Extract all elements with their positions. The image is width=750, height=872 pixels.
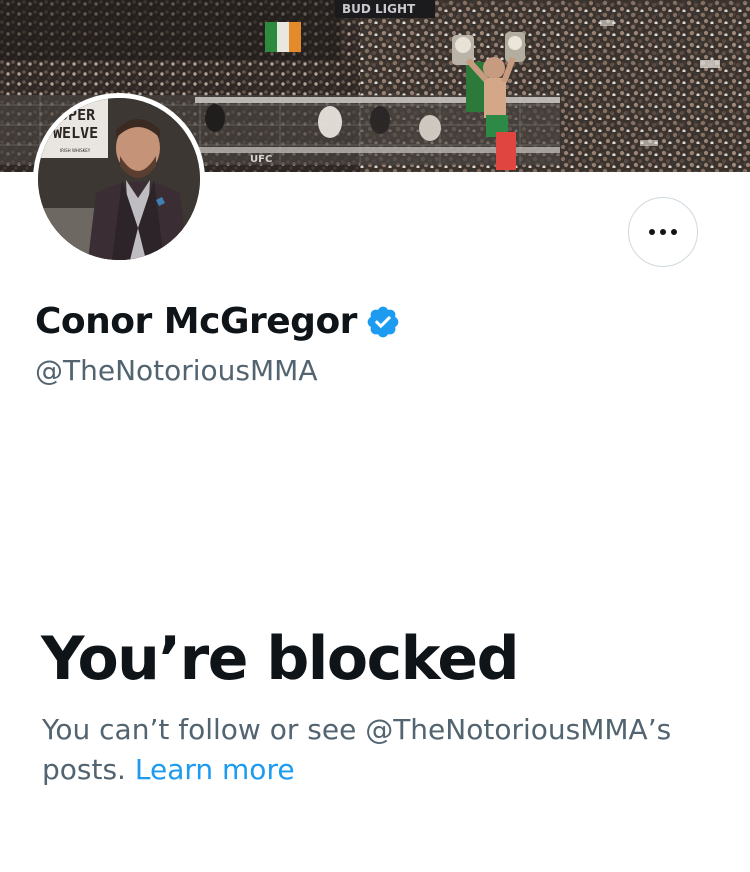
profile-page: BUD LIGHT UFC ROPER TWELVE IRISH WHISKEY… [0, 0, 750, 872]
verified-badge-icon[interactable] [365, 304, 401, 340]
profile-handle: @TheNotoriousMMA [35, 354, 318, 387]
avatar-logo-line-2: TWELVE [44, 124, 98, 142]
profile-avatar[interactable]: ROPER TWELVE IRISH WHISKEY [33, 93, 205, 265]
blocked-description: You can’t follow or see @TheNotoriousMMA… [42, 710, 702, 790]
avatar-logo-line-3: IRISH WHISKEY [60, 148, 91, 153]
display-name-row: Conor McGregor [35, 298, 401, 346]
more-options-icon [649, 229, 677, 235]
display-name: Conor McGregor [35, 301, 357, 342]
banner-ring-text: UFC [250, 154, 272, 165]
avatar-photo: ROPER TWELVE IRISH WHISKEY [38, 98, 200, 260]
more-options-button[interactable] [628, 197, 698, 267]
banner-sign-text: BUD LIGHT [342, 2, 416, 16]
blocked-title: You’re blocked [41, 624, 520, 694]
learn-more-link[interactable]: Learn more [135, 753, 295, 786]
